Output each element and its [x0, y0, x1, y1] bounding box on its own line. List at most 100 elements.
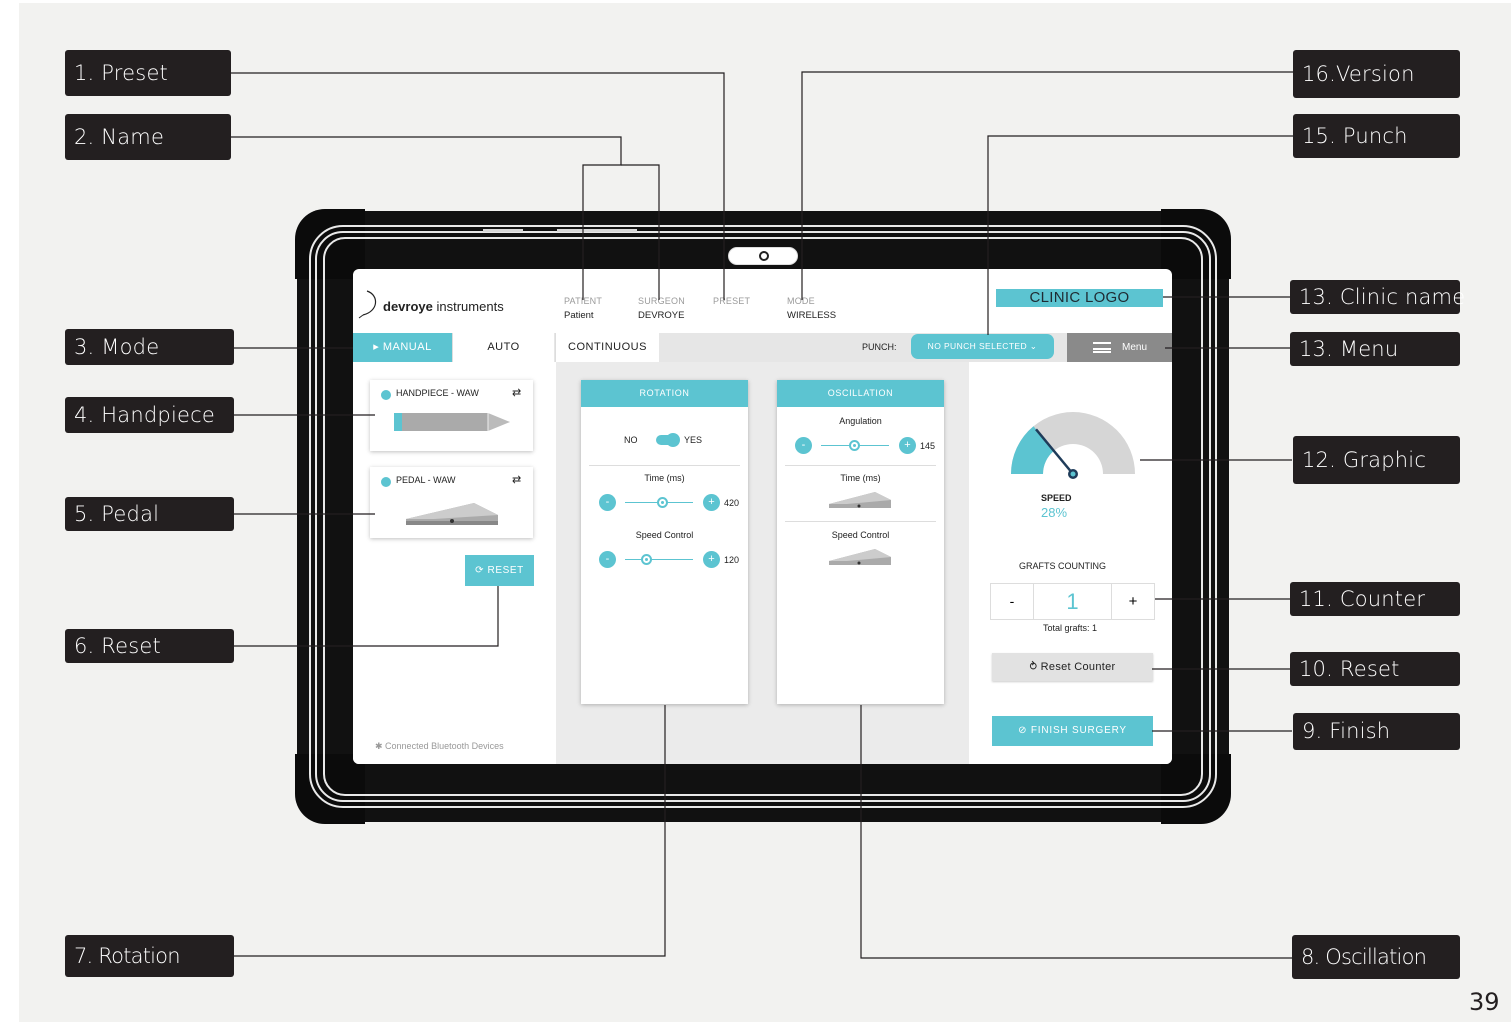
rotation-time-value: 420 [724, 498, 740, 508]
counter-value[interactable]: 1 [1034, 584, 1111, 619]
callout-finish: 9. Finish [1293, 713, 1460, 750]
menu-button[interactable]: Menu [1067, 333, 1172, 362]
swap-icon[interactable]: ⇄ [512, 386, 521, 399]
callout-counter: 11. Counter [1290, 582, 1460, 616]
time-slider-knob[interactable] [657, 497, 668, 508]
pedal-card[interactable]: PEDAL - WAW ⇄ [370, 467, 533, 538]
punch-select[interactable]: NO PUNCH SELECTED ⌄ [911, 334, 1054, 359]
rotation-speed-value: 120 [724, 555, 740, 565]
pedal-icon [829, 492, 891, 508]
toggle-yes-label: YES [684, 435, 703, 445]
callout-reset-counter: 10. Reset [1290, 652, 1460, 686]
angulation-minus-button[interactable]: - [795, 437, 812, 454]
patient-value: Patient [564, 310, 594, 321]
gauge-hub-center [1070, 471, 1076, 477]
device-panel: HANDPIECE - WAW ⇄ PEDAL - WAW ⇄ ⟳ RESET … [353, 362, 556, 764]
graft-counter: - 1 + [990, 583, 1155, 620]
angulation-plus-button[interactable]: + [899, 437, 916, 454]
handpiece-icon [394, 413, 510, 431]
tab-manual[interactable]: ▸ MANUAL [353, 333, 452, 362]
callout-oscillation: 8. Oscillation [1292, 935, 1460, 979]
callout-punch: 15. Punch [1293, 114, 1460, 158]
callout-version: 16.Version [1293, 50, 1460, 98]
callout-pedal: 5. Pedal [65, 497, 234, 531]
angulation-label: Angulation [839, 416, 882, 426]
rotation-toggle[interactable] [656, 433, 680, 447]
speed-slider-track[interactable] [625, 559, 693, 560]
callout-menu: 13. Menu [1290, 332, 1460, 366]
handpiece-title: HANDPIECE - WAW [396, 388, 479, 398]
brand-bold: devroye [383, 299, 433, 314]
tab-continuous[interactable]: CONTINUOUS [555, 333, 659, 362]
callout-rotation: 7. Rotation [65, 935, 234, 977]
time-plus-button[interactable]: + [703, 494, 720, 511]
hardware-button [557, 229, 637, 232]
handpiece-card[interactable]: HANDPIECE - WAW ⇄ [370, 380, 533, 451]
camera-notch [728, 247, 798, 265]
finish-surgery-button[interactable]: ⊘ FINISH SURGERY [992, 716, 1153, 746]
clinic-logo: CLINIC LOGO [996, 289, 1163, 307]
bluetooth-devices-link[interactable]: ✱ Connected Bluetooth Devices [375, 741, 504, 752]
pedal-icon [829, 549, 891, 565]
check-icon [381, 390, 391, 400]
mode-tabbar: ▸ MANUAL AUTO CONTINUOUS PUNCH: NO PUNCH… [353, 333, 1172, 362]
menu-label: Menu [1122, 342, 1148, 353]
hamburger-icon [1093, 342, 1111, 353]
callout-clinic-name: 13. Clinic name [1290, 280, 1465, 314]
pedal-icon [406, 503, 498, 525]
speed-minus-button[interactable]: - [599, 551, 616, 568]
status-panel: SPEED 28% GRAFTS COUNTING - 1 + Total gr… [969, 362, 1172, 764]
tab-auto[interactable]: AUTO [452, 333, 554, 362]
total-grafts: Total grafts: 1 [1043, 623, 1098, 633]
reset-button[interactable]: ⟳ RESET [465, 555, 534, 586]
patient-label: PATIENT [564, 296, 603, 306]
angulation-value: 145 [920, 441, 936, 451]
pedal-title: PEDAL - WAW [396, 475, 456, 485]
surgeon-label: SURGEON [638, 296, 685, 306]
swap-icon[interactable]: ⇄ [512, 473, 521, 486]
brand-logo-icon [358, 290, 377, 319]
callout-graphic: 12. Graphic [1293, 436, 1460, 484]
rotation-card: ROTATION NO YES Time (ms) - + 420 Speed … [581, 380, 748, 704]
grafts-counting-title: GRAFTS COUNTING [1019, 561, 1106, 571]
mode-value: WIRELESS [787, 310, 837, 321]
callout-handpiece: 4. Handpiece [65, 397, 234, 433]
speed-label: SPEED [1041, 493, 1072, 503]
time-minus-button[interactable]: - [599, 494, 616, 511]
rotation-title: ROTATION [581, 380, 748, 407]
speed-slider-knob[interactable] [641, 554, 652, 565]
speed-gauge [1011, 412, 1135, 479]
oscillation-title: OSCILLATION [777, 380, 944, 407]
settings-area: ROTATION NO YES Time (ms) - + 420 Speed … [556, 362, 969, 764]
mode-label: MODE [787, 296, 815, 306]
page-number: 39 [1469, 988, 1500, 1016]
rotation-time-label: Time (ms) [644, 473, 685, 483]
check-icon [381, 477, 391, 487]
callout-name: 2. Name [65, 114, 231, 160]
preset-label: PRESET [713, 296, 751, 306]
speed-plus-button[interactable]: + [703, 551, 720, 568]
speed-value: 28% [1041, 505, 1068, 520]
hardware-button [483, 229, 523, 232]
oscillation-speed-label: Speed Control [831, 530, 890, 540]
brand-suffix: instruments [436, 299, 504, 314]
callout-mode: 3. Mode [65, 329, 234, 365]
surgeon-value: DEVROYE [638, 310, 685, 321]
rotation-speed-label: Speed Control [635, 530, 694, 540]
oscillation-card: OSCILLATION Angulation - + 145 Time (ms)… [777, 380, 944, 704]
app-screen: devroye instruments PATIENT Patient SURG… [353, 269, 1172, 764]
callout-reset: 6. Reset [65, 629, 234, 663]
brand-name: devroye instruments [383, 299, 504, 314]
punch-label: PUNCH: [862, 342, 897, 352]
counter-plus-button[interactable]: + [1111, 584, 1154, 619]
camera-lens [759, 251, 769, 261]
oscillation-time-label: Time (ms) [840, 473, 881, 483]
divider [589, 465, 740, 466]
divider [785, 521, 936, 522]
toggle-no-label: NO [624, 435, 638, 445]
angulation-slider-knob[interactable] [849, 440, 860, 451]
callout-preset: 1. Preset [65, 50, 231, 96]
counter-minus-button[interactable]: - [991, 584, 1034, 619]
reset-counter-button[interactable]: ⥁ Reset Counter [992, 653, 1153, 681]
divider [785, 465, 936, 466]
